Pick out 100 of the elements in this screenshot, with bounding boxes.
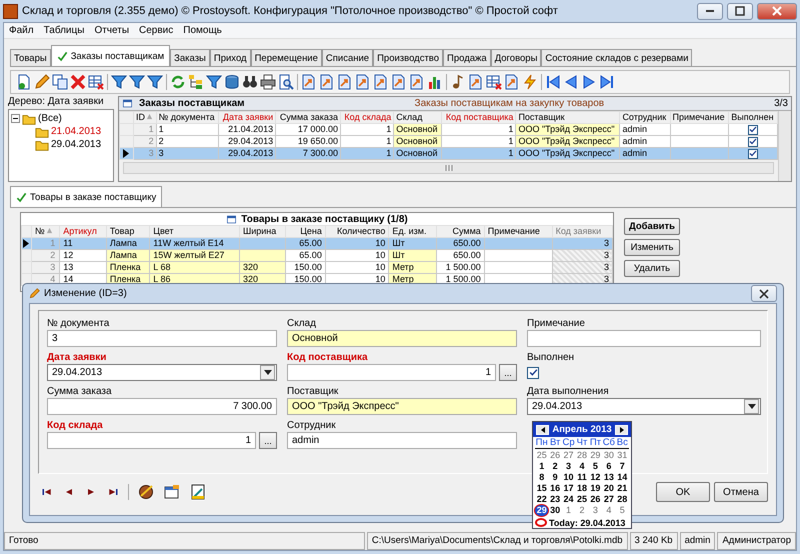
browse-button[interactable]: ... bbox=[259, 432, 277, 449]
menu-item[interactable]: Отчеты bbox=[89, 25, 134, 36]
column-header[interactable]: Примечание bbox=[484, 226, 552, 238]
column-header[interactable]: Товар bbox=[106, 226, 150, 238]
column-header[interactable]: Цена bbox=[286, 226, 326, 238]
toolbar-button[interactable] bbox=[205, 73, 223, 91]
calendar-day[interactable]: 27 bbox=[562, 450, 576, 461]
calendar-day[interactable]: 25 bbox=[535, 450, 548, 461]
next-month-button[interactable] bbox=[615, 424, 628, 434]
action-button[interactable]: Удалить bbox=[624, 260, 680, 277]
column-header[interactable]: Код поставщика bbox=[441, 112, 516, 124]
previous-month-button[interactable] bbox=[536, 424, 549, 434]
tree-item[interactable]: (Все) bbox=[38, 113, 62, 124]
toolbar-button[interactable] bbox=[277, 73, 295, 91]
calendar-day[interactable]: 6 bbox=[602, 461, 616, 472]
calendar-day[interactable]: 4 bbox=[575, 461, 589, 472]
date-dropdown[interactable]: 29.04.2013 bbox=[47, 364, 277, 381]
calendar-day[interactable]: 7 bbox=[616, 461, 629, 472]
calendar-day[interactable]: 4 bbox=[602, 505, 616, 516]
toolbar-button[interactable] bbox=[598, 73, 616, 91]
calendar-day[interactable]: 30 bbox=[548, 505, 562, 516]
calendar-day[interactable]: 11 bbox=[575, 472, 589, 483]
column-header[interactable]: Примечание bbox=[670, 112, 729, 124]
toolbar-button[interactable] bbox=[259, 73, 277, 91]
checkbox[interactable] bbox=[748, 136, 758, 147]
calendar-day[interactable]: 29 bbox=[535, 505, 548, 516]
calendar-day[interactable]: 16 bbox=[548, 483, 562, 494]
tree-item[interactable]: 29.04.2013 bbox=[51, 139, 102, 150]
column-header[interactable]: № документа bbox=[156, 112, 219, 124]
calendar-day[interactable]: 5 bbox=[588, 461, 602, 472]
input-field[interactable]: admin bbox=[287, 432, 517, 449]
browse-button[interactable]: ... bbox=[499, 364, 517, 381]
tree-item[interactable]: 21.04.2013 bbox=[51, 126, 102, 137]
table-row[interactable]: 2 12 Лампа 15W желтый E27 65.00 10 Шт 650.00 3 bbox=[22, 250, 612, 262]
toolbar-button[interactable] bbox=[110, 73, 128, 91]
calendar-day[interactable]: 13 bbox=[602, 472, 616, 483]
toolbar-button[interactable] bbox=[128, 73, 146, 91]
column-header[interactable]: Дата заявки bbox=[218, 112, 276, 124]
input-field[interactable]: ООО "Трэйд Экспресс" bbox=[287, 398, 517, 415]
horizontal-scrollbar[interactable] bbox=[123, 162, 774, 174]
tab[interactable]: Состояние складов с резервами bbox=[541, 49, 692, 66]
column-header[interactable]: Сумма заказа bbox=[276, 112, 340, 124]
calendar-day[interactable]: 17 bbox=[562, 483, 576, 494]
input-field[interactable] bbox=[527, 330, 761, 347]
toolbar-button[interactable] bbox=[544, 73, 562, 91]
minimize-button[interactable] bbox=[697, 2, 723, 20]
calendar-day[interactable]: 3 bbox=[562, 461, 576, 472]
calendar-day[interactable]: 12 bbox=[588, 472, 602, 483]
toolbar-button[interactable] bbox=[51, 73, 69, 91]
tab[interactable]: Перемещение bbox=[250, 49, 322, 66]
column-header[interactable]: Артикул bbox=[60, 226, 106, 238]
table-row[interactable]: 3 3 29.04.2013 7 300.00 1 Основной 1 ООО "Трэйд Экспресс" admin bbox=[120, 148, 778, 160]
calendar-day[interactable]: 27 bbox=[602, 494, 616, 505]
calendar-day[interactable]: 9 bbox=[548, 472, 562, 483]
date-dropdown[interactable]: 29.04.2013 bbox=[527, 398, 761, 415]
input-field[interactable]: 3 bbox=[47, 330, 277, 347]
calendar-day[interactable]: 30 bbox=[602, 450, 616, 461]
close-button[interactable] bbox=[751, 285, 777, 302]
table-row[interactable]: 3 13 Пленка L 68 320 150.00 10 Метр 1 500.00 3 bbox=[22, 262, 612, 274]
input-field[interactable]: 1 bbox=[47, 432, 256, 449]
tab[interactable]: Приход bbox=[210, 49, 251, 66]
column-header[interactable]: Код склада bbox=[340, 112, 394, 124]
menu-item[interactable]: Сервис bbox=[134, 25, 178, 36]
column-header[interactable]: Ширина bbox=[239, 226, 286, 238]
column-header[interactable]: Склад bbox=[394, 112, 442, 124]
tab[interactable]: Производство bbox=[373, 49, 444, 66]
calendar-day[interactable]: 29 bbox=[588, 450, 602, 461]
calendar-day[interactable]: 5 bbox=[616, 505, 629, 516]
toolbar-button[interactable] bbox=[187, 73, 205, 91]
action-button[interactable]: Добавить bbox=[624, 218, 680, 235]
menu-item[interactable]: Таблицы bbox=[38, 25, 90, 36]
column-header[interactable]: ID bbox=[134, 112, 156, 124]
input-field[interactable]: 1 bbox=[287, 364, 496, 381]
tab[interactable]: Продажа bbox=[443, 49, 491, 66]
input-field[interactable]: Основной bbox=[287, 330, 517, 347]
calendar-day[interactable]: 8 bbox=[535, 472, 548, 483]
calendar-day[interactable]: 28 bbox=[575, 450, 589, 461]
toolbar-button[interactable] bbox=[87, 73, 105, 91]
dialog-button[interactable]: OK bbox=[656, 482, 710, 502]
calendar-day[interactable]: 1 bbox=[562, 505, 576, 516]
column-header[interactable]: Цвет bbox=[150, 226, 240, 238]
calendar-day[interactable]: 31 bbox=[616, 450, 629, 461]
column-header[interactable]: Поставщик bbox=[516, 112, 620, 124]
calendar-day[interactable]: 18 bbox=[575, 483, 589, 494]
calendar-day[interactable]: 21 bbox=[616, 483, 629, 494]
calendar-day[interactable]: 15 bbox=[535, 483, 548, 494]
tab[interactable]: Заказы поставщикам bbox=[50, 45, 170, 66]
calendar-day[interactable]: 19 bbox=[588, 483, 602, 494]
checkbox[interactable] bbox=[748, 148, 758, 159]
tab[interactable]: Заказы bbox=[170, 49, 210, 66]
maximize-button[interactable] bbox=[727, 2, 753, 20]
column-header[interactable]: Сумма bbox=[436, 226, 484, 238]
calendar-day[interactable]: 3 bbox=[588, 505, 602, 516]
column-header[interactable]: № bbox=[32, 226, 60, 238]
column-header[interactable]: Сотрудник bbox=[620, 112, 670, 124]
column-header[interactable]: Выполнен bbox=[728, 112, 778, 124]
today-link[interactable]: Today: 29.04.2013 bbox=[549, 518, 626, 528]
input-field[interactable]: 7 300.00 bbox=[47, 398, 277, 415]
table-row[interactable]: 1 1 21.04.2013 17 000.00 1 Основной 1 ООО "Трэйд Экспресс" admin bbox=[120, 124, 778, 136]
toolbar-button[interactable] bbox=[146, 73, 164, 91]
